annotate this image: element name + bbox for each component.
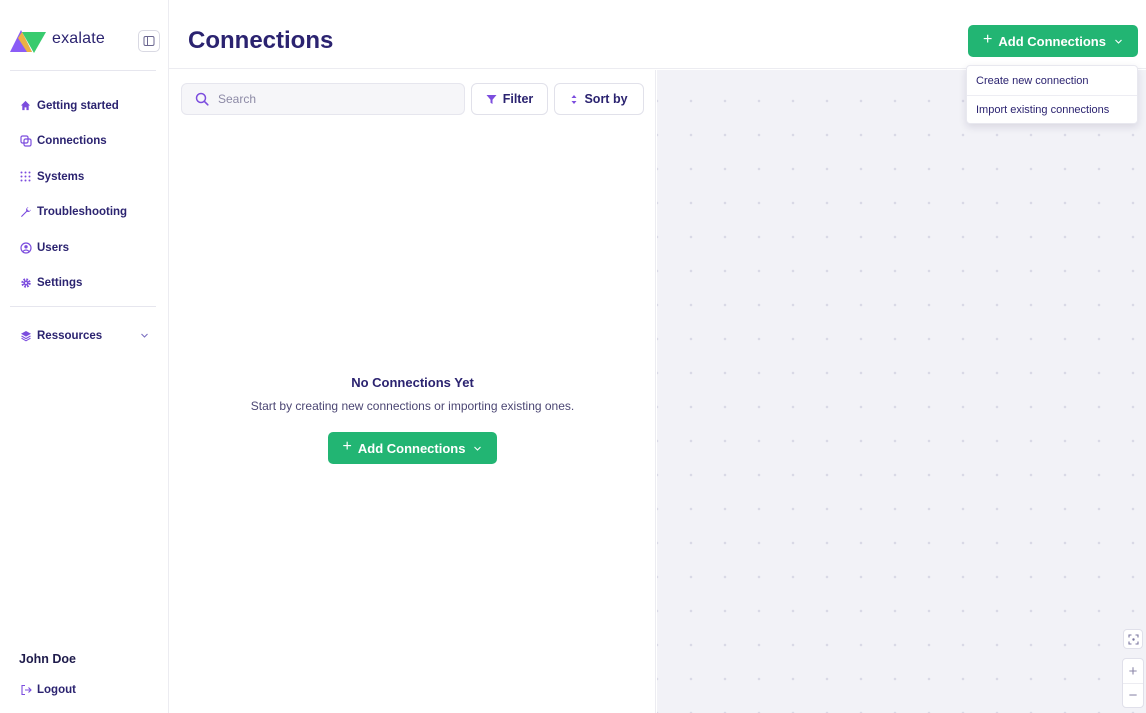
wrench-icon bbox=[19, 206, 32, 219]
logout-icon bbox=[19, 683, 32, 696]
menu-item-import-connections[interactable]: Import existing connections bbox=[967, 95, 1137, 124]
plus-icon: + bbox=[983, 31, 993, 48]
sidebar-item-getting-started[interactable]: Getting started bbox=[19, 88, 159, 124]
zoom-in-button[interactable]: + bbox=[1123, 659, 1143, 683]
empty-state-subtitle: Start by creating new connections or imp… bbox=[250, 399, 575, 413]
filter-button[interactable]: Filter bbox=[471, 83, 548, 115]
menu-item-create-connection[interactable]: Create new connection bbox=[967, 66, 1137, 95]
search-icon bbox=[195, 92, 209, 106]
sidebar: exalate Getting started Connections Syst… bbox=[0, 0, 169, 713]
chevron-down-icon bbox=[474, 446, 482, 451]
sidebar-item-label: Systems bbox=[37, 170, 85, 183]
chevron-down-icon bbox=[1115, 39, 1122, 44]
add-connections-label: Add Connections bbox=[998, 33, 1106, 49]
sidebar-item-resources[interactable]: Ressources bbox=[19, 326, 149, 346]
search-input[interactable] bbox=[218, 92, 448, 106]
sidebar-item-troubleshooting[interactable]: Troubleshooting bbox=[19, 195, 159, 231]
sidebar-item-systems[interactable]: Systems bbox=[19, 159, 159, 195]
sidebar-item-label: Settings bbox=[37, 277, 83, 290]
sidebar-collapse-icon bbox=[143, 36, 155, 46]
connections-canvas[interactable] bbox=[657, 70, 1146, 713]
collapse-sidebar-button[interactable] bbox=[138, 30, 160, 52]
connections-icon bbox=[19, 135, 32, 148]
brand-name: exalate bbox=[52, 30, 105, 47]
chevron-down-icon bbox=[141, 333, 148, 338]
sort-icon bbox=[570, 94, 578, 105]
sidebar-divider bbox=[10, 70, 156, 71]
sidebar-item-label: Users bbox=[37, 241, 69, 254]
sidebar-item-settings[interactable]: Settings bbox=[19, 266, 159, 302]
logout-label: Logout bbox=[37, 683, 76, 696]
page-header: Connections + Add Connections bbox=[169, 0, 1146, 69]
add-connections-menu: Create new connection Import existing co… bbox=[966, 65, 1138, 124]
grid-dots-icon bbox=[19, 170, 32, 183]
sidebar-item-connections[interactable]: Connections bbox=[19, 124, 159, 160]
sidebar-item-label: Connections bbox=[37, 135, 107, 148]
sidebar-item-label: Troubleshooting bbox=[37, 206, 128, 219]
app-root: exalate Getting started Connections Syst… bbox=[0, 0, 1146, 713]
fit-view-icon bbox=[1127, 633, 1139, 645]
add-connections-label: Add Connections bbox=[357, 440, 466, 456]
brand: exalate bbox=[10, 26, 160, 56]
page-title: Connections bbox=[188, 27, 334, 54]
layers-icon bbox=[19, 330, 32, 343]
zoom-out-button[interactable]: − bbox=[1123, 683, 1143, 707]
plus-icon: + bbox=[342, 438, 352, 455]
empty-state-title: No Connections Yet bbox=[351, 375, 474, 390]
exalate-logo-icon bbox=[10, 30, 46, 53]
zoom-controls: + − bbox=[1122, 658, 1144, 708]
header-add-connections-button[interactable]: + Add Connections bbox=[968, 25, 1138, 57]
user-name: John Doe bbox=[19, 652, 76, 666]
fit-view-button[interactable] bbox=[1123, 629, 1143, 649]
empty-add-connections-button[interactable]: + Add Connections bbox=[328, 432, 497, 464]
sort-button[interactable]: Sort by bbox=[554, 83, 644, 115]
gear-icon bbox=[19, 277, 32, 290]
logout-button[interactable]: Logout bbox=[19, 683, 76, 696]
user-circle-icon bbox=[19, 241, 32, 254]
filter-icon bbox=[486, 94, 497, 105]
sidebar-item-label: Ressources bbox=[37, 330, 103, 342]
sort-label: Sort by bbox=[584, 92, 628, 106]
sidebar-item-label: Getting started bbox=[37, 99, 119, 112]
sidebar-nav: Getting started Connections Systems Trou… bbox=[19, 88, 159, 301]
connections-list-panel: Filter Sort by No Connections Yet Start … bbox=[169, 70, 656, 713]
filter-label: Filter bbox=[502, 92, 534, 106]
sidebar-item-users[interactable]: Users bbox=[19, 230, 159, 266]
home-icon bbox=[19, 99, 32, 112]
search-box bbox=[181, 83, 465, 115]
sidebar-divider bbox=[10, 306, 156, 307]
